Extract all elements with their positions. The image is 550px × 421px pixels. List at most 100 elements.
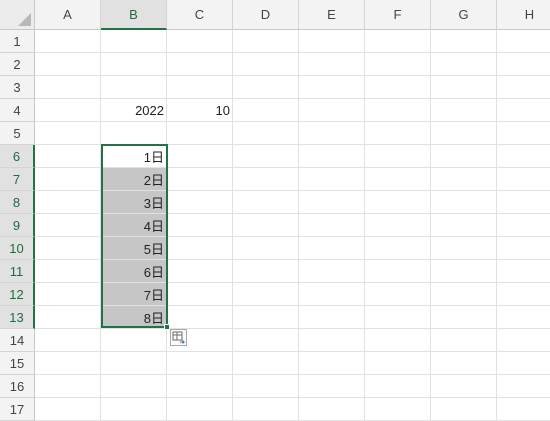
- cell-f7[interactable]: [365, 168, 431, 191]
- cell-c6[interactable]: [167, 145, 233, 168]
- cell-h4[interactable]: [497, 99, 550, 122]
- row-header-1[interactable]: 1: [0, 30, 35, 53]
- cell-f13[interactable]: [365, 306, 431, 329]
- row-header-17[interactable]: 17: [0, 398, 35, 421]
- cell-e10[interactable]: [299, 237, 365, 260]
- cell-a2[interactable]: [35, 53, 101, 76]
- cell-f1[interactable]: [365, 30, 431, 53]
- cell-h2[interactable]: [497, 53, 550, 76]
- cell-h17[interactable]: [497, 398, 550, 421]
- cell-a6[interactable]: [35, 145, 101, 168]
- column-header-c[interactable]: C: [167, 0, 233, 30]
- cell-b6[interactable]: 1日: [101, 145, 167, 168]
- cell-b5[interactable]: [101, 122, 167, 145]
- cell-f5[interactable]: [365, 122, 431, 145]
- cell-b1[interactable]: [101, 30, 167, 53]
- cell-b12[interactable]: 7日: [101, 283, 167, 306]
- cell-c17[interactable]: [167, 398, 233, 421]
- cell-h10[interactable]: [497, 237, 550, 260]
- cell-g3[interactable]: [431, 76, 497, 99]
- cell-c13[interactable]: [167, 306, 233, 329]
- row-header-3[interactable]: 3: [0, 76, 35, 99]
- cell-b4[interactable]: 2022: [101, 99, 167, 122]
- cell-f10[interactable]: [365, 237, 431, 260]
- cell-a9[interactable]: [35, 214, 101, 237]
- cell-a17[interactable]: [35, 398, 101, 421]
- column-header-g[interactable]: G: [431, 0, 497, 30]
- cell-h5[interactable]: [497, 122, 550, 145]
- row-header-8[interactable]: 8: [0, 191, 35, 214]
- cell-h3[interactable]: [497, 76, 550, 99]
- cell-f12[interactable]: [365, 283, 431, 306]
- cell-f16[interactable]: [365, 375, 431, 398]
- cell-f6[interactable]: [365, 145, 431, 168]
- cell-c15[interactable]: [167, 352, 233, 375]
- cell-a11[interactable]: [35, 260, 101, 283]
- row-header-13[interactable]: 13: [0, 306, 35, 329]
- column-header-b[interactable]: B: [101, 0, 167, 30]
- row-header-10[interactable]: 10: [0, 237, 35, 260]
- cell-h13[interactable]: [497, 306, 550, 329]
- cell-e17[interactable]: [299, 398, 365, 421]
- cell-h9[interactable]: [497, 214, 550, 237]
- cell-g17[interactable]: [431, 398, 497, 421]
- cell-d17[interactable]: [233, 398, 299, 421]
- cell-c7[interactable]: [167, 168, 233, 191]
- cell-c16[interactable]: [167, 375, 233, 398]
- cell-a16[interactable]: [35, 375, 101, 398]
- cell-d14[interactable]: [233, 329, 299, 352]
- cell-c11[interactable]: [167, 260, 233, 283]
- cell-d10[interactable]: [233, 237, 299, 260]
- cell-h6[interactable]: [497, 145, 550, 168]
- cell-g16[interactable]: [431, 375, 497, 398]
- cell-c9[interactable]: [167, 214, 233, 237]
- cell-f8[interactable]: [365, 191, 431, 214]
- cell-d4[interactable]: [233, 99, 299, 122]
- cell-d13[interactable]: [233, 306, 299, 329]
- cell-a15[interactable]: [35, 352, 101, 375]
- cell-g1[interactable]: [431, 30, 497, 53]
- cell-e4[interactable]: [299, 99, 365, 122]
- cell-d8[interactable]: [233, 191, 299, 214]
- cell-f14[interactable]: [365, 329, 431, 352]
- cell-d2[interactable]: [233, 53, 299, 76]
- cell-d7[interactable]: [233, 168, 299, 191]
- cell-e1[interactable]: [299, 30, 365, 53]
- cell-d11[interactable]: [233, 260, 299, 283]
- cell-h1[interactable]: [497, 30, 550, 53]
- cell-g2[interactable]: [431, 53, 497, 76]
- cell-e9[interactable]: [299, 214, 365, 237]
- cell-f17[interactable]: [365, 398, 431, 421]
- cell-g12[interactable]: [431, 283, 497, 306]
- cell-e11[interactable]: [299, 260, 365, 283]
- cell-d15[interactable]: [233, 352, 299, 375]
- cell-h15[interactable]: [497, 352, 550, 375]
- cell-a7[interactable]: [35, 168, 101, 191]
- cell-d5[interactable]: [233, 122, 299, 145]
- row-header-2[interactable]: 2: [0, 53, 35, 76]
- cell-g10[interactable]: [431, 237, 497, 260]
- cell-b7[interactable]: 2日: [101, 168, 167, 191]
- cell-f4[interactable]: [365, 99, 431, 122]
- cell-c1[interactable]: [167, 30, 233, 53]
- cell-b2[interactable]: [101, 53, 167, 76]
- cell-h11[interactable]: [497, 260, 550, 283]
- cell-c8[interactable]: [167, 191, 233, 214]
- cell-b9[interactable]: 4日: [101, 214, 167, 237]
- cell-e16[interactable]: [299, 375, 365, 398]
- cell-d9[interactable]: [233, 214, 299, 237]
- cell-a13[interactable]: [35, 306, 101, 329]
- cell-f11[interactable]: [365, 260, 431, 283]
- cell-b14[interactable]: [101, 329, 167, 352]
- cell-e12[interactable]: [299, 283, 365, 306]
- column-header-h[interactable]: H: [497, 0, 550, 30]
- cell-d6[interactable]: [233, 145, 299, 168]
- cell-d1[interactable]: [233, 30, 299, 53]
- row-header-9[interactable]: 9: [0, 214, 35, 237]
- cell-e2[interactable]: [299, 53, 365, 76]
- cell-e13[interactable]: [299, 306, 365, 329]
- cell-b8[interactable]: 3日: [101, 191, 167, 214]
- cell-g8[interactable]: [431, 191, 497, 214]
- cell-b16[interactable]: [101, 375, 167, 398]
- row-header-14[interactable]: 14: [0, 329, 35, 352]
